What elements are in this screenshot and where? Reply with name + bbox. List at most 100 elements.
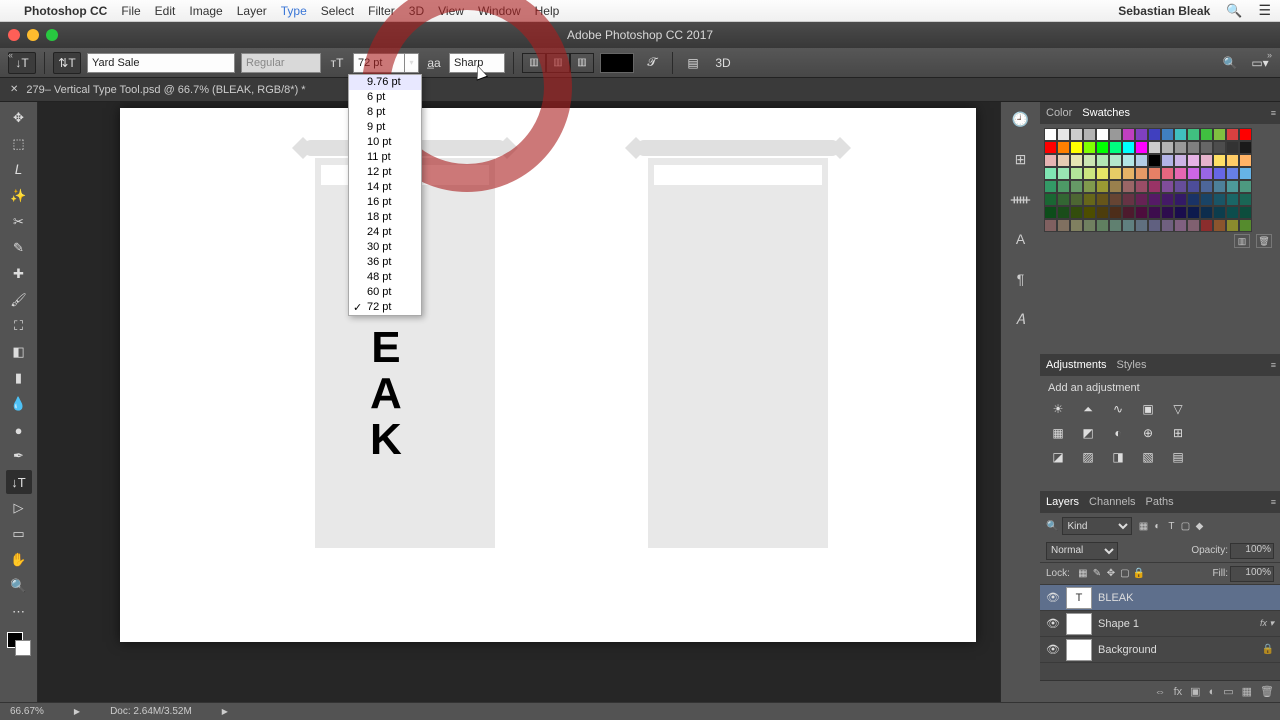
- tab-paths[interactable]: Paths: [1146, 496, 1174, 508]
- path-selection-tool-icon[interactable]: ▷: [6, 496, 32, 520]
- visibility-eye-icon[interactable]: 👁: [1046, 591, 1060, 604]
- swatch[interactable]: [1226, 206, 1239, 219]
- size-menu-item[interactable]: 11 pt: [349, 150, 421, 165]
- swatch[interactable]: [1122, 219, 1135, 232]
- size-menu-item[interactable]: 8 pt: [349, 105, 421, 120]
- lasso-tool-icon[interactable]: 𝘓: [6, 158, 32, 182]
- swatch[interactable]: [1070, 128, 1083, 141]
- swatch[interactable]: [1109, 180, 1122, 193]
- menu-file[interactable]: File: [121, 4, 140, 18]
- swatch[interactable]: [1226, 180, 1239, 193]
- brush-tool-icon[interactable]: 🖌: [6, 288, 32, 312]
- pen-tool-icon[interactable]: ✒: [6, 444, 32, 468]
- adj-channel-icon[interactable]: ⊕: [1138, 424, 1158, 442]
- swatch[interactable]: [1161, 167, 1174, 180]
- tab-close-icon[interactable]: ✕: [10, 84, 18, 95]
- menubar-user[interactable]: Sebastian Bleak: [1118, 4, 1210, 18]
- swatch[interactable]: [1161, 180, 1174, 193]
- layer-row[interactable]: 👁Background🔒: [1040, 637, 1280, 663]
- filter-glass-icon[interactable]: 🔍: [1046, 521, 1058, 532]
- swatch[interactable]: [1239, 219, 1252, 232]
- type-tool-icon[interactable]: ↓T: [6, 470, 32, 494]
- close-window-icon[interactable]: [8, 29, 20, 41]
- layer-row[interactable]: 👁Shape 1fx ▾: [1040, 611, 1280, 637]
- zoom-value[interactable]: 66.67%: [10, 706, 44, 717]
- swatch[interactable]: [1174, 128, 1187, 141]
- new-swatch-icon[interactable]: ▥: [1234, 234, 1250, 248]
- history-panel-icon[interactable]: 🕘: [1010, 108, 1032, 130]
- adj-hue-icon[interactable]: ▦: [1048, 424, 1068, 442]
- panel-menu-icon[interactable]: ≡: [1271, 497, 1276, 507]
- swatch[interactable]: [1057, 167, 1070, 180]
- swatch[interactable]: [1226, 219, 1239, 232]
- swatch[interactable]: [1083, 167, 1096, 180]
- size-menu-item[interactable]: 6 pt: [349, 90, 421, 105]
- menu-type[interactable]: Type: [281, 4, 307, 18]
- swatch[interactable]: [1109, 154, 1122, 167]
- swatch[interactable]: [1213, 193, 1226, 206]
- char-panel-icon[interactable]: A: [1010, 228, 1032, 250]
- layer-fx-indicator[interactable]: fx ▾: [1260, 618, 1274, 629]
- swatch[interactable]: [1044, 206, 1057, 219]
- swatch[interactable]: [1109, 206, 1122, 219]
- swatch[interactable]: [1083, 206, 1096, 219]
- lock-artboard-icon[interactable]: ▢: [1118, 568, 1132, 579]
- dodge-tool-icon[interactable]: ●: [6, 418, 32, 442]
- swatch[interactable]: [1044, 219, 1057, 232]
- menu-layer[interactable]: Layer: [237, 4, 267, 18]
- swatch-grid[interactable]: [1044, 128, 1276, 232]
- size-menu-item[interactable]: 9 pt: [349, 120, 421, 135]
- size-menu-item[interactable]: 24 pt: [349, 225, 421, 240]
- size-menu-item[interactable]: 60 pt: [349, 285, 421, 300]
- layer-fx-icon[interactable]: fx: [1174, 686, 1183, 698]
- foreground-background-colors[interactable]: [7, 632, 31, 656]
- swatch[interactable]: [1135, 154, 1148, 167]
- layer-mask-icon[interactable]: ▣: [1190, 685, 1200, 698]
- swatch[interactable]: [1148, 154, 1161, 167]
- swatch[interactable]: [1174, 193, 1187, 206]
- delete-layer-icon[interactable]: 🗑: [1260, 685, 1274, 698]
- swatch[interactable]: [1109, 167, 1122, 180]
- adj-posterize-icon[interactable]: ▨: [1078, 448, 1098, 466]
- swatch[interactable]: [1148, 141, 1161, 154]
- marquee-tool-icon[interactable]: ⬚: [6, 132, 32, 156]
- adj-photofilter-icon[interactable]: ◐: [1108, 424, 1128, 442]
- adj-colorlookup-icon[interactable]: ⊞: [1168, 424, 1188, 442]
- swatch[interactable]: [1096, 219, 1109, 232]
- swatch[interactable]: [1083, 193, 1096, 206]
- tab-adjustments[interactable]: Adjustments: [1046, 359, 1107, 371]
- gradient-tool-icon[interactable]: ▮: [6, 366, 32, 390]
- panel-menu-icon[interactable]: ≡: [1271, 360, 1276, 370]
- opacity-value[interactable]: 100%: [1230, 543, 1274, 559]
- delete-swatch-icon[interactable]: 🗑: [1256, 234, 1272, 248]
- swatch[interactable]: [1148, 219, 1161, 232]
- swatch[interactable]: [1135, 141, 1148, 154]
- swatch[interactable]: [1057, 141, 1070, 154]
- status-arrow-icon[interactable]: ▶: [74, 707, 80, 716]
- swatch[interactable]: [1135, 167, 1148, 180]
- menu-view[interactable]: View: [438, 4, 464, 18]
- swatch[interactable]: [1057, 219, 1070, 232]
- hand-tool-icon[interactable]: ✋: [6, 548, 32, 572]
- swatch[interactable]: [1174, 180, 1187, 193]
- toolbox-more-icon[interactable]: ⋯: [6, 600, 32, 624]
- size-menu-item[interactable]: 48 pt: [349, 270, 421, 285]
- swatch[interactable]: [1122, 128, 1135, 141]
- filter-kind-select[interactable]: Kind: [1062, 517, 1132, 535]
- swatch[interactable]: [1135, 128, 1148, 141]
- swatch[interactable]: [1213, 128, 1226, 141]
- swatch[interactable]: [1083, 141, 1096, 154]
- menu-help[interactable]: Help: [535, 4, 560, 18]
- tab-styles[interactable]: Styles: [1117, 359, 1147, 371]
- glyphs-panel-icon[interactable]: 𝐴: [1010, 308, 1032, 330]
- swatch[interactable]: [1057, 206, 1070, 219]
- tab-channels[interactable]: Channels: [1089, 496, 1135, 508]
- swatch[interactable]: [1122, 167, 1135, 180]
- adj-levels-icon[interactable]: ⏶: [1078, 400, 1098, 418]
- lock-all-icon[interactable]: 🔒: [1132, 568, 1146, 579]
- swatch[interactable]: [1226, 154, 1239, 167]
- swatch[interactable]: [1096, 154, 1109, 167]
- swatch[interactable]: [1161, 128, 1174, 141]
- shape-tool-icon[interactable]: ▭: [6, 522, 32, 546]
- menu-image[interactable]: Image: [189, 4, 222, 18]
